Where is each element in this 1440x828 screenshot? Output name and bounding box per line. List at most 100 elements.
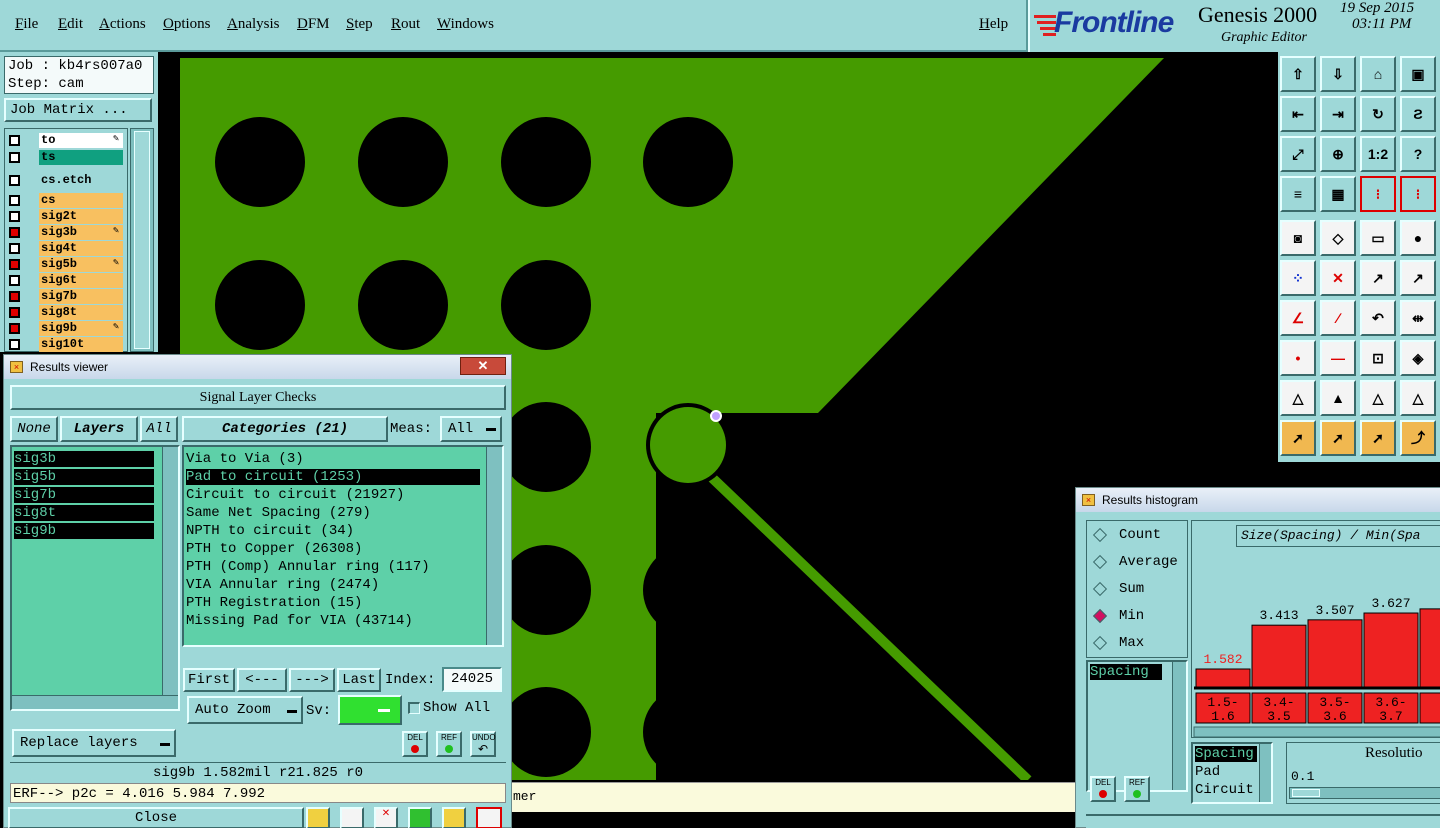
triangle-icon[interactable]: △ xyxy=(1280,380,1316,416)
ruler-icon[interactable]: ▭ xyxy=(1360,220,1396,256)
auto-zoom-select[interactable]: Auto Zoom xyxy=(187,696,303,724)
layer-row-cs-etch[interactable]: cs.etch xyxy=(7,173,123,188)
histogram-bar[interactable] xyxy=(1195,668,1251,688)
notes-icon[interactable] xyxy=(442,807,466,828)
snap-red-icon[interactable]: ⁝ xyxy=(1360,176,1396,212)
category-item[interactable]: VIA Annular ring (2474) xyxy=(186,577,480,593)
layer-checkbox[interactable] xyxy=(9,243,20,254)
menu-dfm[interactable]: DFM xyxy=(297,16,330,33)
layer-row-to[interactable]: to ✎ xyxy=(7,133,123,148)
layer-row-sig2t[interactable]: sig2t xyxy=(7,209,123,224)
layer-row-sig9b[interactable]: sig9b ✎ xyxy=(7,321,123,336)
layer-checkbox[interactable] xyxy=(9,307,20,318)
category-item[interactable]: PTH to Copper (26308) xyxy=(186,541,480,557)
layer-name[interactable]: ts xyxy=(39,150,123,165)
layer-name[interactable]: to xyxy=(39,133,123,148)
category-item[interactable]: Circuit to circuit (21927) xyxy=(186,487,480,503)
menu-step[interactable]: Step xyxy=(346,16,373,33)
tool-icon-2[interactable] xyxy=(340,807,364,828)
back-icon[interactable]: ⇤ xyxy=(1280,96,1316,132)
layer-name[interactable]: sig8t xyxy=(39,305,123,320)
layer-name[interactable]: sig3b xyxy=(39,225,123,240)
layer-name[interactable]: sig2t xyxy=(39,209,123,224)
snap-red-2-icon[interactable]: ⁝ xyxy=(1400,176,1436,212)
grid-icon[interactable]: ▦ xyxy=(1320,176,1356,212)
show-all-checkbox[interactable] xyxy=(408,702,420,714)
histogram-bar[interactable] xyxy=(1307,619,1363,688)
layer-name[interactable]: sig10t xyxy=(39,337,123,352)
menu-file[interactable]: File xyxy=(15,16,38,33)
measure-item[interactable]: Pad xyxy=(1195,764,1257,780)
menu-analysis[interactable]: Analysis xyxy=(227,16,280,33)
undo-button[interactable]: UNDO ↶ xyxy=(470,731,496,757)
layer-checkbox[interactable] xyxy=(9,211,20,222)
result-layer-item[interactable]: sig8t xyxy=(14,505,154,521)
layer-name[interactable]: sig5b xyxy=(39,257,123,272)
category-item[interactable]: Missing Pad for VIA (43714) xyxy=(186,613,480,629)
error-marker[interactable] xyxy=(710,410,722,422)
histogram-titlebar[interactable]: × Results histogram xyxy=(1076,488,1440,512)
results-viewer-titlebar[interactable]: × Results viewer ✕ xyxy=(4,355,511,379)
hist-del-button[interactable]: DEL xyxy=(1090,776,1116,802)
layer-checkbox[interactable] xyxy=(9,339,20,350)
close-button[interactable]: Close xyxy=(8,807,304,828)
layer-name[interactable]: cs.etch xyxy=(39,173,123,188)
features-icon[interactable]: ≡ xyxy=(1280,176,1316,212)
prev-button[interactable]: <--- xyxy=(237,668,287,692)
measure-icon[interactable]: ⊡ xyxy=(1360,340,1396,376)
last-button[interactable]: Last xyxy=(337,668,381,692)
layers-button[interactable]: Layers xyxy=(60,416,138,442)
cross-icon[interactable]: ✕ xyxy=(1320,260,1356,296)
category-item[interactable]: Pad to circuit (1253) xyxy=(186,469,480,485)
categories-scrollbar[interactable] xyxy=(486,447,502,645)
forward-icon[interactable]: ⇥ xyxy=(1320,96,1356,132)
all-layers-button[interactable]: All xyxy=(140,416,178,442)
menu-windows[interactable]: Windows xyxy=(437,16,494,33)
histogram-bar[interactable] xyxy=(1251,624,1307,688)
top-layer-icon[interactable]: ⇧ xyxy=(1280,56,1316,92)
result-layer-item[interactable]: sig7b xyxy=(14,487,154,503)
histogram-icon[interactable] xyxy=(476,807,502,828)
chart-hscrollbar[interactable] xyxy=(1193,726,1440,738)
step-icon[interactable]: Ƨ xyxy=(1400,96,1436,132)
pointer-icon[interactable]: ➚ xyxy=(1280,420,1316,456)
home-icon[interactable]: ⌂ xyxy=(1360,56,1396,92)
mirror-icon[interactable]: ⇹ xyxy=(1400,300,1436,336)
layer-checkbox[interactable] xyxy=(9,323,20,334)
tool-icon-1[interactable] xyxy=(306,807,330,828)
zoom-fit-icon[interactable]: ⤢ xyxy=(1280,136,1316,172)
menu-rout[interactable]: Rout xyxy=(391,16,420,33)
ref-button[interactable]: REF xyxy=(436,731,462,757)
layer-checkbox[interactable] xyxy=(9,275,20,286)
layer-row-sig4t[interactable]: sig4t xyxy=(7,241,123,256)
layer-checkbox[interactable] xyxy=(9,175,20,186)
move-red-icon[interactable]: ↗ xyxy=(1360,260,1396,296)
none-button[interactable]: None xyxy=(10,416,58,442)
window-icon[interactable]: ▣ xyxy=(1400,56,1436,92)
point-icon[interactable]: • xyxy=(1280,340,1316,376)
layer-checkbox[interactable] xyxy=(9,259,20,270)
zoom-center-icon[interactable]: ⊕ xyxy=(1320,136,1356,172)
category-item[interactable]: PTH (Comp) Annular ring (117) xyxy=(186,559,480,575)
resolution-slider[interactable] xyxy=(1289,787,1440,799)
triangle-2-icon[interactable]: △ xyxy=(1360,380,1396,416)
measure-item[interactable]: Spacing xyxy=(1195,746,1257,762)
squares-icon[interactable]: ◈ xyxy=(1400,340,1436,376)
layer-results-hscrollbar[interactable] xyxy=(12,695,178,709)
category-item[interactable]: NPTH to circuit (34) xyxy=(186,523,480,539)
layer-list-scrollbar[interactable] xyxy=(130,128,154,352)
hist-ref-button[interactable]: REF xyxy=(1124,776,1150,802)
result-layer-item[interactable]: sig5b xyxy=(14,469,154,485)
ref-crossed-icon[interactable]: ✕ xyxy=(374,807,398,828)
pad-select-icon[interactable]: ◙ xyxy=(1280,220,1316,256)
layer-name[interactable]: sig9b xyxy=(39,321,123,336)
menu-actions[interactable]: Actions xyxy=(99,16,146,33)
type-list-scrollbar[interactable] xyxy=(1172,662,1186,790)
loop-icon[interactable]: ↻ xyxy=(1360,96,1396,132)
minus-icon[interactable]: — xyxy=(1320,340,1356,376)
close-window-button[interactable]: ✕ xyxy=(460,357,506,375)
job-matrix-button[interactable]: Job Matrix ... xyxy=(4,98,152,122)
slider-thumb[interactable] xyxy=(1292,789,1320,797)
layer-row-sig5b[interactable]: sig5b ✎ xyxy=(7,257,123,272)
layer-row-sig7b[interactable]: sig7b xyxy=(7,289,123,304)
